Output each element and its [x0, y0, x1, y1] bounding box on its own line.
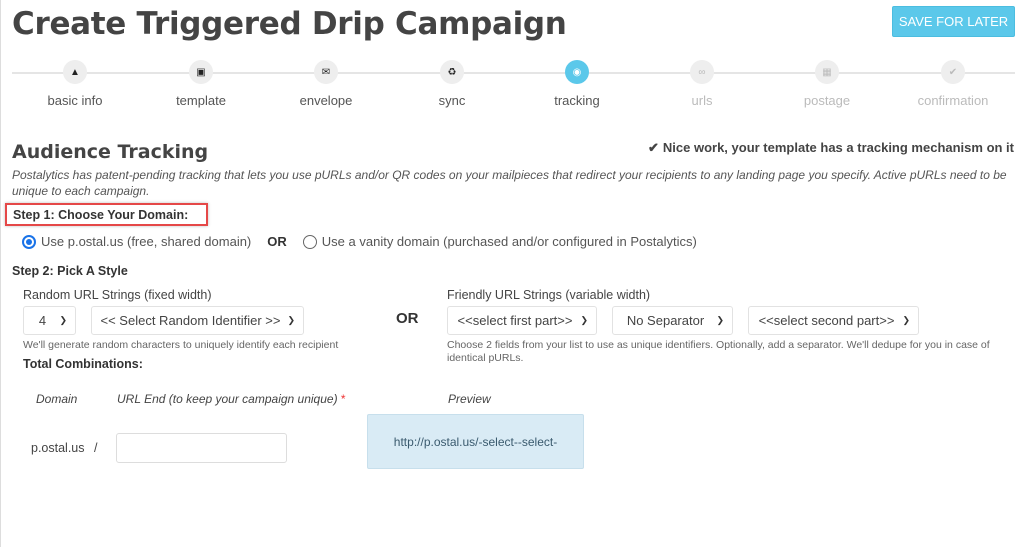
url-preview-text: http://p.ostal.us/-select--select-	[393, 434, 558, 449]
or-label: OR	[267, 234, 287, 249]
random-url-label: Random URL Strings (fixed width)	[23, 288, 212, 302]
step-label: urls	[691, 93, 713, 108]
envelope-icon: ✉	[321, 66, 331, 78]
vanity-domain-radio[interactable]	[302, 234, 317, 249]
first-part-value: <<select first part>>	[457, 313, 573, 328]
second-part-value: <<select second part>>	[758, 313, 895, 328]
total-combinations-label: Total Combinations:	[23, 357, 143, 371]
step2-heading: Step 2: Pick A Style	[12, 264, 128, 278]
step-postage[interactable]: ▦ postage	[767, 60, 887, 108]
chevron-down-icon: ❯	[716, 315, 724, 325]
target-icon: ◉	[572, 66, 582, 78]
step-label: basic info	[47, 93, 103, 108]
random-help-text: We'll generate random characters to uniq…	[23, 339, 339, 351]
url-separator: /	[94, 441, 98, 455]
random-identifier-value: << Select Random Identifier >>	[100, 313, 281, 328]
image-icon: ▣	[196, 66, 206, 78]
step-label: tracking	[554, 93, 600, 108]
step-template[interactable]: ▣ template	[141, 60, 261, 108]
preview-column-header: Preview	[448, 392, 491, 406]
step-dot: ♻	[440, 60, 464, 84]
tracking-description: Postalytics has patent-pending tracking …	[12, 168, 1007, 198]
required-marker: *	[340, 392, 346, 406]
step-dot: ▦	[815, 60, 839, 84]
step-confirmation[interactable]: ✔ confirmation	[893, 60, 1013, 108]
url-end-header-text: URL End (to keep your campaign unique)	[117, 392, 338, 406]
check-icon: ✔	[647, 140, 659, 155]
friendly-url-label: Friendly URL Strings (variable width)	[447, 288, 651, 302]
shared-domain-label[interactable]: Use p.ostal.us (free, shared domain)	[41, 234, 251, 249]
page-frame: Create Triggered Drip Campaign SAVE FOR …	[0, 0, 1024, 547]
user-icon: ▲	[70, 66, 80, 78]
first-part-select[interactable]: <<select first part>> ❯	[447, 306, 597, 335]
step-dot: ▣	[189, 60, 213, 84]
domain-choice-row: Use p.ostal.us (free, shared domain) OR …	[22, 234, 697, 249]
second-part-select[interactable]: <<select second part>> ❯	[748, 306, 919, 335]
step-urls[interactable]: ∞ urls	[642, 60, 762, 108]
separator-value: No Separator	[626, 313, 705, 328]
step-label: postage	[803, 93, 851, 108]
random-length-select[interactable]: 4 ❯	[23, 306, 76, 335]
separator-select[interactable]: No Separator ❯	[612, 306, 733, 335]
step-dot: ◉	[565, 60, 589, 84]
tracking-status-message: ✔ Nice work, your template has a tracking…	[648, 140, 1014, 156]
page-title: Create Triggered Drip Campaign	[12, 6, 567, 42]
wizard-stepper: ▲ basic info ▣ template ✉ envelope ♻ sync ◉ track…	[12, 60, 1015, 110]
step-sync[interactable]: ♻ sync	[392, 60, 512, 108]
tracking-status-text: Nice work, your template has a tracking …	[662, 140, 1014, 155]
step-dot: ∞	[690, 60, 714, 84]
step-dot: ✉	[314, 60, 338, 84]
vanity-domain-label[interactable]: Use a vanity domain (purchased and/or co…	[322, 234, 697, 249]
step-label: sync	[438, 93, 466, 108]
chevron-down-icon: ❯	[59, 315, 67, 325]
url-preview-box: http://p.ostal.us/-select--select-	[367, 414, 584, 469]
random-identifier-select[interactable]: << Select Random Identifier >> ❯	[91, 306, 304, 335]
check-icon: ✔	[948, 66, 958, 78]
step1-heading: Step 1: Choose Your Domain:	[5, 203, 208, 226]
step-label: template	[176, 93, 226, 108]
step-dot: ✔	[941, 60, 965, 84]
domain-value: p.ostal.us	[31, 441, 85, 455]
link-icon: ∞	[698, 66, 706, 78]
chevron-down-icon: ❯	[287, 315, 295, 325]
shared-domain-radio[interactable]	[22, 234, 36, 249]
recycle-icon: ♻	[447, 66, 457, 78]
step-label: confirmation	[917, 93, 989, 108]
url-end-column-header: URL End (to keep your campaign unique) *	[117, 392, 346, 406]
chevron-down-icon: ❯	[902, 315, 910, 325]
step-tracking[interactable]: ◉ tracking	[517, 60, 637, 108]
save-for-later-button[interactable]: SAVE FOR LATER	[892, 6, 1015, 37]
domain-column-header: Domain	[36, 392, 78, 406]
calendar-icon: ▦	[822, 66, 832, 78]
url-end-input[interactable]	[116, 433, 287, 463]
style-or-label: OR	[396, 310, 419, 327]
step-envelope[interactable]: ✉ envelope	[266, 60, 386, 108]
step-dot: ▲	[63, 60, 87, 84]
friendly-help-text: Choose 2 fields from your list to use as…	[447, 339, 990, 364]
step-basic-info[interactable]: ▲ basic info	[15, 60, 135, 108]
random-length-value: 4	[38, 313, 47, 328]
chevron-down-icon: ❯	[580, 315, 588, 325]
section-title: Audience Tracking	[12, 141, 209, 163]
step-label: envelope	[299, 93, 353, 108]
